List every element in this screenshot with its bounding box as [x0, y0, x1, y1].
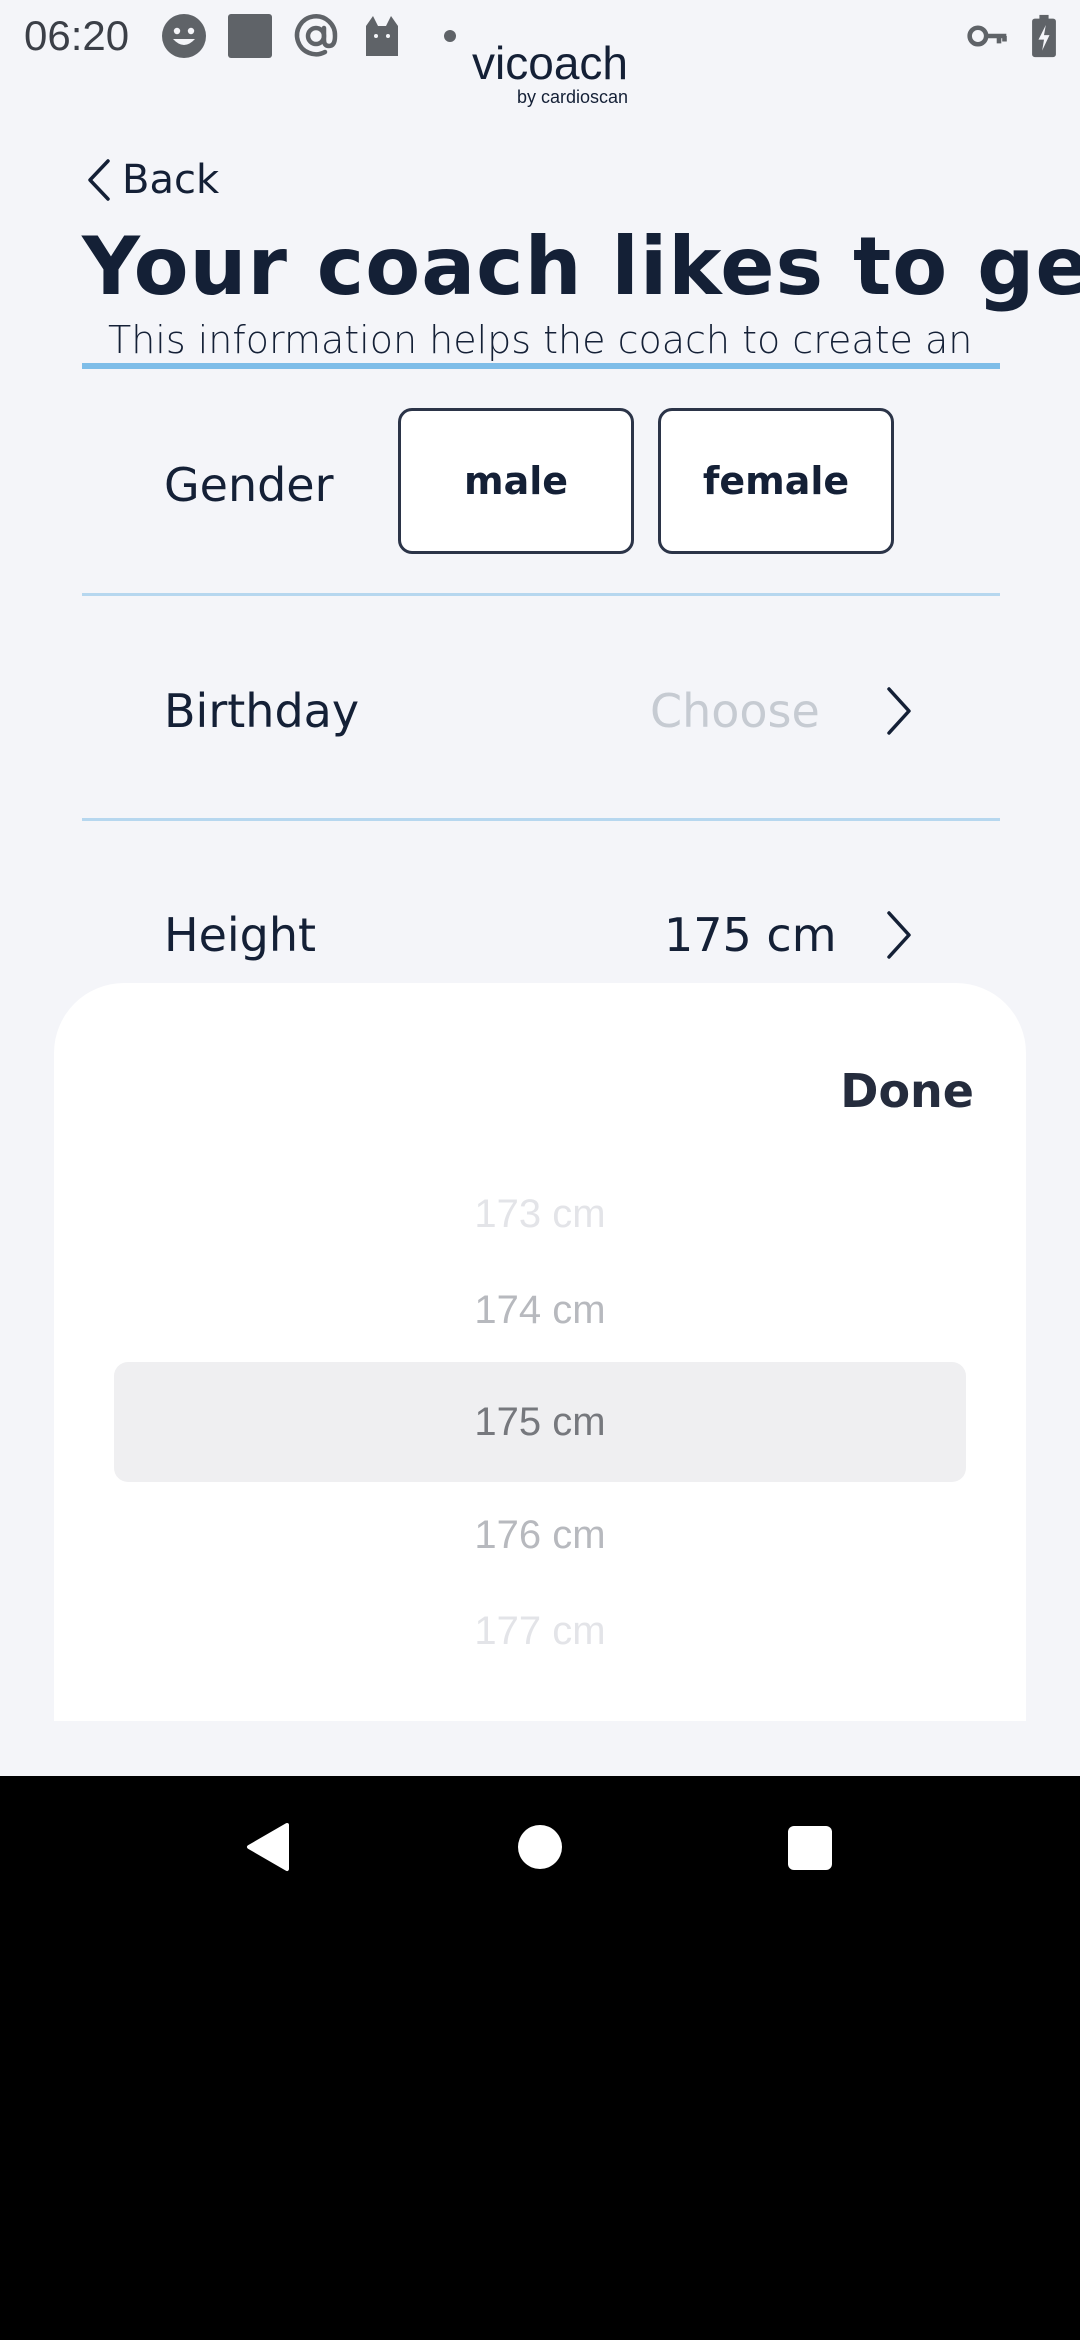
picker-item[interactable]: 176 cm [0, 1513, 1080, 1558]
gender-label: Gender [164, 458, 334, 512]
birthday-placeholder: Choose [650, 684, 820, 738]
back-triangle-icon[interactable] [244, 1822, 290, 1872]
home-circle-icon[interactable] [518, 1825, 562, 1869]
brand-sub: by cardioscan [516, 87, 628, 107]
back-button[interactable]: Back [86, 154, 219, 206]
header-underline [82, 363, 1000, 369]
gender-female-button[interactable]: female [658, 408, 894, 554]
gallery-square-icon [228, 14, 272, 58]
battery-charging-icon [1032, 14, 1056, 58]
chevron-right-icon [887, 687, 911, 735]
height-label: Height [164, 908, 317, 962]
picker-item-selected[interactable]: 175 cm [0, 1400, 1080, 1445]
brand-logo: vicoach by cardioscan [458, 40, 628, 106]
at-sign-icon [294, 14, 338, 57]
height-value: 175 cm [664, 908, 837, 962]
divider [82, 593, 1000, 596]
done-button[interactable]: Done [840, 1064, 974, 1118]
divider [82, 818, 1000, 821]
picker-item[interactable]: 177 cm [0, 1609, 1080, 1654]
birthday-label: Birthday [164, 684, 360, 738]
back-label: Back [122, 157, 220, 203]
notification-dot-icon [444, 30, 456, 42]
page-subtitle: This information helps the coach to crea… [108, 318, 973, 362]
page-title: Your coach likes to get [82, 220, 1080, 313]
key-icon [967, 25, 1007, 47]
cat-icon [366, 16, 398, 56]
brand-name: vicoach [472, 37, 628, 89]
gender-male-button[interactable]: male [398, 408, 634, 554]
recents-square-icon[interactable] [788, 1826, 832, 1870]
picker-item[interactable]: 173 cm [0, 1192, 1080, 1237]
picker-item[interactable]: 174 cm [0, 1288, 1080, 1333]
chevron-right-icon [887, 911, 911, 959]
smiley-face-icon [162, 14, 206, 58]
status-time: 06:20 [24, 12, 130, 59]
chevron-left-icon [88, 159, 110, 201]
